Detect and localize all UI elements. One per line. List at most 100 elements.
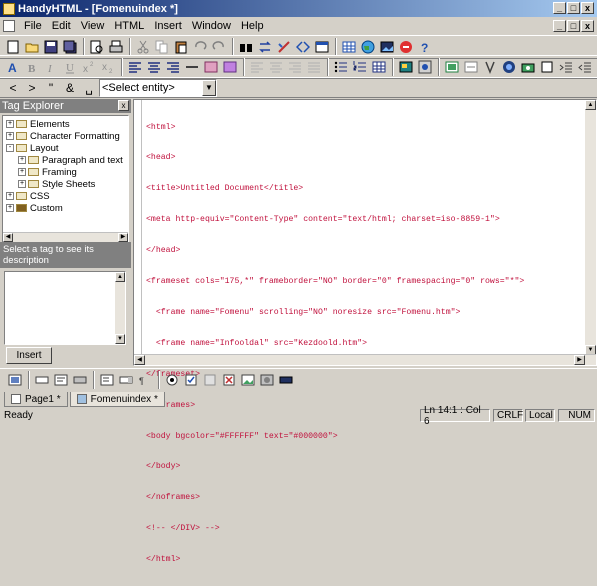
collapse-icon[interactable]: - [6,144,14,152]
expand-icon[interactable]: + [18,180,26,188]
hidden-field-icon[interactable]: ¶ [136,371,154,389]
scroll-left-arrow[interactable]: ◀ [134,355,145,365]
password-field-icon[interactable] [277,371,295,389]
close-button[interactable]: x [581,2,594,14]
open-icon[interactable] [23,38,41,56]
chevron-down-icon[interactable]: ▼ [202,79,216,96]
select-field-icon[interactable] [117,371,135,389]
print-preview-icon[interactable] [88,38,106,56]
image-icon[interactable] [378,38,396,56]
undo-icon[interactable] [191,38,209,56]
tag-icon[interactable] [294,38,312,56]
tree-node-style-sheets[interactable]: + Style Sheets [18,178,95,190]
quote-entity-button[interactable]: " [42,79,60,97]
tree-node-paragraph-and-text[interactable]: + Paragraph and text [18,154,123,166]
menu-window[interactable]: Window [187,20,236,32]
menu-insert[interactable]: Insert [149,20,187,32]
tree-node-framing[interactable]: + Framing [18,166,77,178]
camera-icon[interactable] [519,58,537,76]
justify-left-icon[interactable] [248,58,266,76]
document-icon[interactable] [3,20,15,32]
scroll-down-arrow[interactable]: ▼ [115,334,125,344]
ordered-list-icon[interactable] [351,58,369,76]
clear-field-icon[interactable] [220,371,238,389]
expand-icon[interactable]: + [6,192,14,200]
lt-entity-button[interactable]: < [4,79,22,97]
menu-html[interactable]: HTML [109,20,149,32]
browser-icon[interactable] [313,38,331,56]
justify-full-icon[interactable] [305,58,323,76]
print-icon[interactable] [107,38,125,56]
textarea-icon[interactable] [52,371,70,389]
list-field-icon[interactable] [98,371,116,389]
image-field-icon[interactable] [239,371,257,389]
tree-node-custom[interactable]: + Custom [6,202,63,214]
code-editor[interactable]: <html> <head> <title>Untitled Document</… [133,99,597,564]
save-icon[interactable] [42,38,60,56]
file-field-icon[interactable] [258,371,276,389]
italic-icon[interactable]: I [42,58,60,76]
replace-icon[interactable] [256,38,274,56]
bold-A-icon[interactable]: A [4,58,22,76]
gt-entity-button[interactable]: > [23,79,41,97]
save-all-icon[interactable] [61,38,79,56]
radio-icon[interactable] [163,371,181,389]
menu-file[interactable]: File [19,20,47,32]
view-source-icon[interactable] [6,371,24,389]
scroll-left-arrow[interactable]: ◀ [3,233,13,242]
scroll-right-arrow[interactable]: ▶ [574,355,585,365]
nbsp-entity-button[interactable]: ␣ [80,79,98,97]
editor-vertical-scrollbar[interactable]: ▲ ▼ [585,100,596,355]
outdent-icon[interactable] [576,58,594,76]
indent-icon[interactable] [557,58,575,76]
image-insert-icon[interactable] [397,58,415,76]
tree-node-elements[interactable]: + Elements [6,118,70,130]
title-bar[interactable]: HandyHTML - [Fomenuindex *] _ □ x [0,0,597,17]
scroll-up-arrow[interactable]: ▲ [585,100,596,110]
tree-node-layout[interactable]: - Layout [6,142,59,154]
close-pane-button[interactable]: x [118,100,129,111]
unordered-list-icon[interactable] [332,58,350,76]
menu-help[interactable]: Help [236,20,269,32]
mdi-maximize-button[interactable]: □ [567,20,580,32]
redo-icon[interactable] [210,38,228,56]
font-larger-icon[interactable] [202,58,220,76]
expand-icon[interactable]: + [6,120,14,128]
tab-fomenuindex[interactable]: Fomenuindex * [69,392,165,407]
insert-button[interactable]: Insert [6,347,52,364]
button-field-icon[interactable] [71,371,89,389]
tree-horizontal-scrollbar[interactable]: ◀ ▶ [3,232,128,242]
justify-right-icon[interactable] [286,58,304,76]
checkbox-icon[interactable] [182,371,200,389]
font-smaller-icon[interactable] [221,58,239,76]
new-icon[interactable] [4,38,22,56]
frame-icon[interactable] [443,58,461,76]
mdi-close-button[interactable]: x [581,20,594,32]
tab-page1[interactable]: Page1 * [4,392,68,407]
tree-node-css[interactable]: + CSS [6,190,50,202]
maximize-button[interactable]: □ [567,2,580,14]
copy-icon[interactable] [153,38,171,56]
image2-icon[interactable] [500,58,518,76]
box-icon[interactable] [538,58,556,76]
paste-icon[interactable] [172,38,190,56]
form-icon[interactable] [416,58,434,76]
expand-icon[interactable]: + [6,132,14,140]
app-icon[interactable] [3,2,15,15]
code-text[interactable]: <html> <head> <title>Untitled Document</… [146,102,524,586]
superscript-icon[interactable]: x2 [80,58,98,76]
form-field-icon[interactable] [33,371,51,389]
minimize-button[interactable]: _ [553,2,566,14]
expand-icon[interactable]: + [6,204,14,212]
globe-icon[interactable] [359,38,377,56]
check-disabled-icon[interactable] [201,371,219,389]
justify-center-icon[interactable] [267,58,285,76]
entity-select[interactable]: <Select entity> ▼ [99,78,217,97]
bold-icon[interactable]: B [23,58,41,76]
color-icon[interactable] [481,58,499,76]
table-icon[interactable] [340,38,358,56]
mdi-minimize-button[interactable]: _ [553,20,566,32]
scroll-up-arrow[interactable]: ▲ [115,272,125,282]
expand-icon[interactable]: + [18,168,26,176]
align-right-icon[interactable] [164,58,182,76]
